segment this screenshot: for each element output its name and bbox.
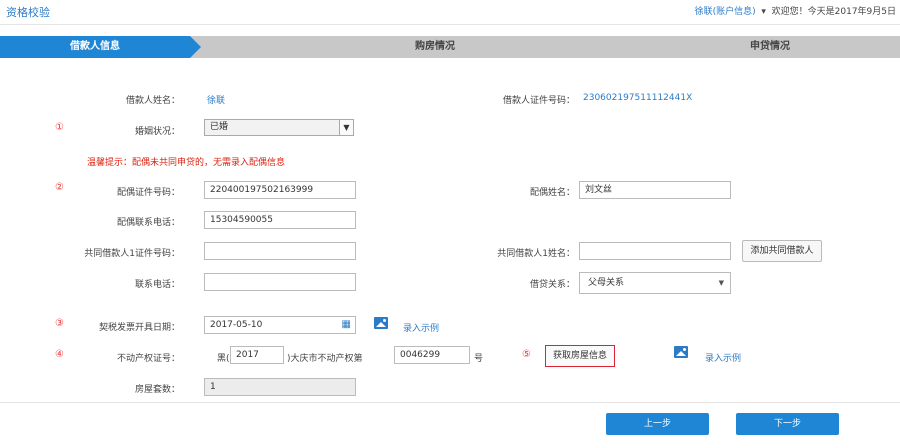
step-marker-3: ③ bbox=[55, 318, 64, 329]
spouse-id-input[interactable]: 220400197502163999 bbox=[204, 181, 356, 199]
house-count-label: 房屋套数： bbox=[134, 385, 180, 395]
property-prefix: 黑( bbox=[217, 354, 230, 364]
spouse-phone-input[interactable]: 15304590055 bbox=[204, 211, 356, 229]
chevron-down-icon[interactable]: ▼ bbox=[719, 273, 724, 293]
add-co-borrower-button[interactable]: 添加共同借款人 bbox=[742, 240, 822, 262]
spouse-name-input[interactable]: 刘文丝 bbox=[579, 181, 731, 199]
page-title: 资格校验 bbox=[6, 6, 50, 19]
chevron-down-icon[interactable]: ▾ bbox=[759, 7, 769, 17]
user-account-link[interactable]: 徐联(账户信息) bbox=[695, 7, 756, 17]
contract-date-label: 契税发票开具日期： bbox=[98, 323, 180, 333]
marital-status-select[interactable]: 已婚 ▼ bbox=[204, 119, 354, 136]
example-link-2[interactable]: 录入示例 bbox=[705, 351, 741, 364]
header-divider bbox=[0, 24, 900, 25]
borrower-id-label: 借款人证件号码： bbox=[502, 96, 575, 106]
borrower-id-value: 230602197511112441X bbox=[583, 93, 693, 103]
marital-status-value: 已婚 bbox=[210, 122, 229, 132]
contract-date-value: 2017-05-10 bbox=[210, 320, 263, 330]
property-year-input[interactable]: 2017 bbox=[230, 346, 284, 364]
borrower-name-label: 借款人姓名： bbox=[125, 96, 180, 106]
contact-phone-label: 联系电话： bbox=[134, 280, 180, 290]
header-user-area: 徐联(账户信息) ▾ 欢迎您！今天是2017年9月5日 bbox=[695, 4, 896, 17]
step-borrower-info: 借款人信息 bbox=[0, 36, 190, 58]
next-step-button[interactable]: 下一步 bbox=[736, 413, 839, 435]
co-borrower-id-label: 共同借款人1证件号码： bbox=[84, 249, 180, 259]
warning-message: 温馨提示：配偶未共同申贷的，无需录入配偶信息 bbox=[87, 158, 286, 168]
step-marker-2: ② bbox=[55, 182, 64, 193]
step-marker-5: ⑤ bbox=[522, 349, 531, 360]
property-number-input[interactable]: 0046299 bbox=[394, 346, 470, 364]
property-cert-label: 不动产权证号： bbox=[116, 354, 180, 364]
property-mid-text: )大庆市不动产权第 bbox=[287, 354, 363, 364]
welcome-text: 欢迎您！今天是2017年9月5日 bbox=[771, 7, 896, 17]
house-count-field: 1 bbox=[204, 378, 356, 396]
co-borrower-name-input[interactable] bbox=[579, 242, 731, 260]
step-arrow bbox=[190, 36, 201, 58]
step-purchase-info: 购房情况 bbox=[415, 41, 455, 52]
spouse-name-label: 配偶姓名： bbox=[529, 188, 575, 198]
step-marker-4: ④ bbox=[55, 349, 64, 360]
borrower-name-value: 徐联 bbox=[207, 96, 226, 106]
step-marker-1: ① bbox=[55, 122, 64, 133]
spouse-id-label: 配偶证件号码： bbox=[116, 188, 180, 198]
chevron-down-icon[interactable]: ▼ bbox=[339, 120, 353, 135]
contact-phone-input[interactable] bbox=[204, 273, 356, 291]
image-icon[interactable] bbox=[374, 317, 388, 329]
fetch-house-info-button[interactable]: 获取房屋信息 bbox=[545, 345, 615, 367]
image-icon[interactable] bbox=[674, 346, 688, 358]
footer-divider bbox=[0, 402, 900, 403]
property-suffix: 号 bbox=[474, 354, 484, 364]
co-borrower-id-input[interactable] bbox=[204, 242, 356, 260]
step-loan-info: 申贷情况 bbox=[750, 41, 790, 52]
co-borrower-name-label: 共同借款人1姓名： bbox=[497, 249, 575, 259]
calendar-icon[interactable]: ▦ bbox=[342, 317, 351, 333]
prev-step-button[interactable]: 上一步 bbox=[606, 413, 709, 435]
example-link-1[interactable]: 录入示例 bbox=[403, 321, 439, 334]
relation-select[interactable]: 父母关系 ▼ bbox=[579, 272, 731, 294]
marital-status-label: 婚姻状况： bbox=[134, 127, 180, 137]
relation-label: 借贷关系： bbox=[529, 280, 575, 290]
contract-date-input[interactable]: 2017-05-10 ▦ bbox=[204, 316, 356, 334]
relation-value: 父母关系 bbox=[588, 278, 625, 288]
spouse-phone-label: 配偶联系电话： bbox=[116, 218, 180, 228]
step-progress: 借款人信息 购房情况 申贷情况 bbox=[0, 36, 900, 58]
